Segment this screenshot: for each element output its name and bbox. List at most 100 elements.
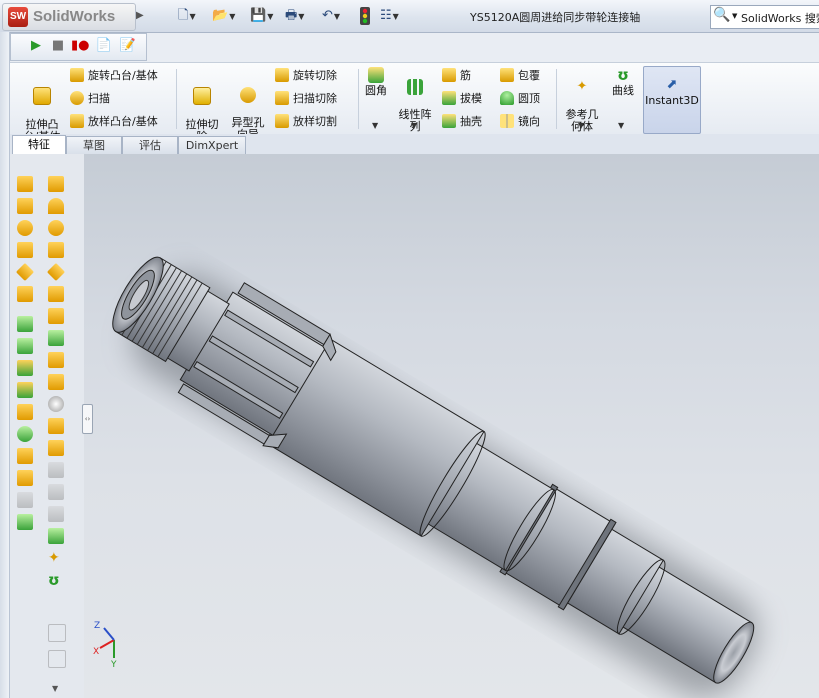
chamfer-icon[interactable] [17, 338, 33, 354]
reference-geometry-icon[interactable]: ✦ [48, 550, 64, 566]
view-cube-icon[interactable] [48, 624, 66, 642]
fillet-button[interactable]: 圆角 [362, 67, 390, 97]
sweep-cut-icon[interactable] [48, 220, 64, 236]
new-document-button[interactable]: 🗋▼ [178, 6, 196, 26]
run-macro-icon[interactable]: ▶ [27, 37, 45, 55]
save-button[interactable]: 💾▼ [250, 6, 273, 26]
instant3d-toggle[interactable]: ⬈ Instant3D [643, 66, 701, 134]
sweep-cut-icon [275, 91, 289, 105]
chevron-down-icon[interactable]: ▼ [393, 12, 399, 21]
tab-dimxpert[interactable]: DimXpert [178, 136, 246, 154]
sweep-icon[interactable] [17, 220, 33, 236]
split-line-icon[interactable] [17, 492, 33, 508]
curve-pattern-icon[interactable] [48, 374, 64, 390]
loft-boss-button[interactable]: 放样凸台/基体 [70, 113, 158, 131]
print-button[interactable]: 🖶▼ [285, 6, 304, 26]
sweep-cut-button[interactable]: 扫描切除 [275, 90, 337, 108]
hole-wizard-button[interactable]: 异型孔 向导 [228, 75, 268, 141]
chevron-down-icon[interactable]: ▼ [52, 684, 58, 693]
wrap-button[interactable]: 包覆 [500, 67, 540, 85]
extrude-boss-icon[interactable] [17, 176, 33, 192]
revolve-boss-button[interactable]: 旋转凸台/基体 [70, 67, 158, 85]
loft-cut-label: 放样切割 [293, 115, 337, 128]
record-macro-icon[interactable]: ▮● [71, 37, 90, 55]
revolve-boss-icon[interactable] [17, 198, 33, 214]
deform-icon[interactable] [48, 484, 64, 500]
draft-icon[interactable] [17, 382, 33, 398]
chevron-down-icon[interactable]: ▼ [298, 12, 304, 21]
mirror-button[interactable]: 镜向 [500, 113, 540, 131]
thicken-icon[interactable] [17, 286, 33, 302]
boundary-boss-icon[interactable] [15, 262, 35, 282]
chevron-down-icon[interactable]: ▼ [334, 12, 340, 21]
intersect-icon[interactable] [48, 396, 64, 412]
flex-icon[interactable] [48, 506, 64, 522]
revolve-boss-label: 旋转凸台/基体 [88, 69, 158, 82]
chevron-down-icon[interactable]: ▼ [267, 12, 273, 21]
view-cube-icon[interactable] [48, 650, 66, 668]
mirror-icon[interactable] [17, 470, 33, 486]
draft-label: 拔模 [460, 92, 482, 105]
combine-icon[interactable] [48, 418, 64, 434]
draft-button[interactable]: 拔模 [442, 90, 482, 108]
wrap-icon[interactable] [17, 448, 33, 464]
tab-evaluate[interactable]: 评估 [122, 136, 178, 154]
features-toolbar-left [10, 154, 41, 698]
loft-cut-icon[interactable] [48, 242, 64, 258]
boundary-cut-icon[interactable] [46, 262, 66, 282]
chevron-down-icon[interactable]: ▼ [618, 121, 624, 130]
solidworks-menu-button[interactable]: SW SolidWorks [2, 3, 136, 31]
rebuild-button[interactable] [360, 6, 370, 26]
move-face-icon[interactable] [17, 514, 33, 530]
open-button[interactable]: 📂▼ [212, 6, 235, 26]
revolve-cut-label: 旋转切除 [293, 69, 337, 82]
freeform-icon[interactable] [48, 462, 64, 478]
ribbon-separator [358, 69, 359, 129]
search-box[interactable]: 🔍 ▼ SolidWorks 搜索 [710, 5, 819, 29]
dome-icon[interactable] [17, 426, 33, 442]
curves-icon: ʊ [617, 66, 629, 84]
hole-wizard-icon[interactable] [48, 308, 64, 324]
rib-button[interactable]: 筋 [442, 67, 471, 85]
edit-macro-icon[interactable]: 📝 [119, 37, 137, 55]
indent-icon[interactable] [48, 528, 64, 544]
curves-button[interactable]: ʊ 曲线 [608, 67, 638, 97]
curves-icon[interactable]: ʊ [48, 572, 64, 588]
tab-features[interactable]: 特征 [12, 135, 66, 155]
chevron-down-icon[interactable]: ▼ [732, 12, 737, 20]
tab-sketch[interactable]: 草图 [66, 136, 122, 154]
undo-button[interactable]: ↶▼ [322, 6, 340, 26]
shell-icon[interactable] [17, 404, 33, 420]
chevron-down-icon[interactable]: ▼ [372, 121, 378, 130]
extrude-boss-button[interactable]: 拉伸凸 台/基体 [18, 75, 66, 143]
chevron-down-icon[interactable]: ▼ [189, 12, 195, 21]
triad-x-axis [99, 639, 115, 649]
extrude-cut-button[interactable]: 拉伸切 除 [182, 75, 222, 143]
chevron-down-icon[interactable]: ▼ [229, 12, 235, 21]
rib-label: 筋 [460, 69, 471, 82]
sweep-button[interactable]: 扫描 [70, 90, 110, 108]
loft-cut-button[interactable]: 放样切割 [275, 113, 337, 131]
panel-collapse-handle[interactable]: ‹› [82, 404, 93, 434]
shell-button[interactable]: 抽壳 [442, 113, 482, 131]
rebuild-traffic-light-icon [360, 6, 370, 25]
fillet-icon[interactable] [17, 316, 33, 332]
options-button[interactable]: ☷▼ [380, 6, 399, 26]
revolve-cut-button[interactable]: 旋转切除 [275, 67, 337, 85]
circular-pattern-icon[interactable] [48, 352, 64, 368]
chevron-down-icon[interactable]: ▼ [578, 121, 584, 130]
dome-button[interactable]: 圆顶 [500, 90, 540, 108]
revolve-cut-icon [275, 68, 289, 82]
thicken-cut-icon[interactable] [48, 286, 64, 302]
stop-macro-icon[interactable]: ■ [49, 37, 67, 55]
new-macro-icon[interactable]: 📄 [95, 37, 113, 55]
loft-boss-icon[interactable] [17, 242, 33, 258]
split-icon[interactable] [48, 440, 64, 456]
menu-expand-arrow-icon[interactable]: ▶ [136, 6, 148, 26]
revolve-cut-icon[interactable] [48, 198, 64, 214]
extrude-cut-icon[interactable] [48, 176, 64, 192]
linear-pattern-icon[interactable] [48, 330, 64, 346]
rib-icon[interactable] [17, 360, 33, 376]
graphics-area[interactable] [84, 154, 819, 698]
chevron-down-icon[interactable]: ▼ [411, 121, 417, 130]
